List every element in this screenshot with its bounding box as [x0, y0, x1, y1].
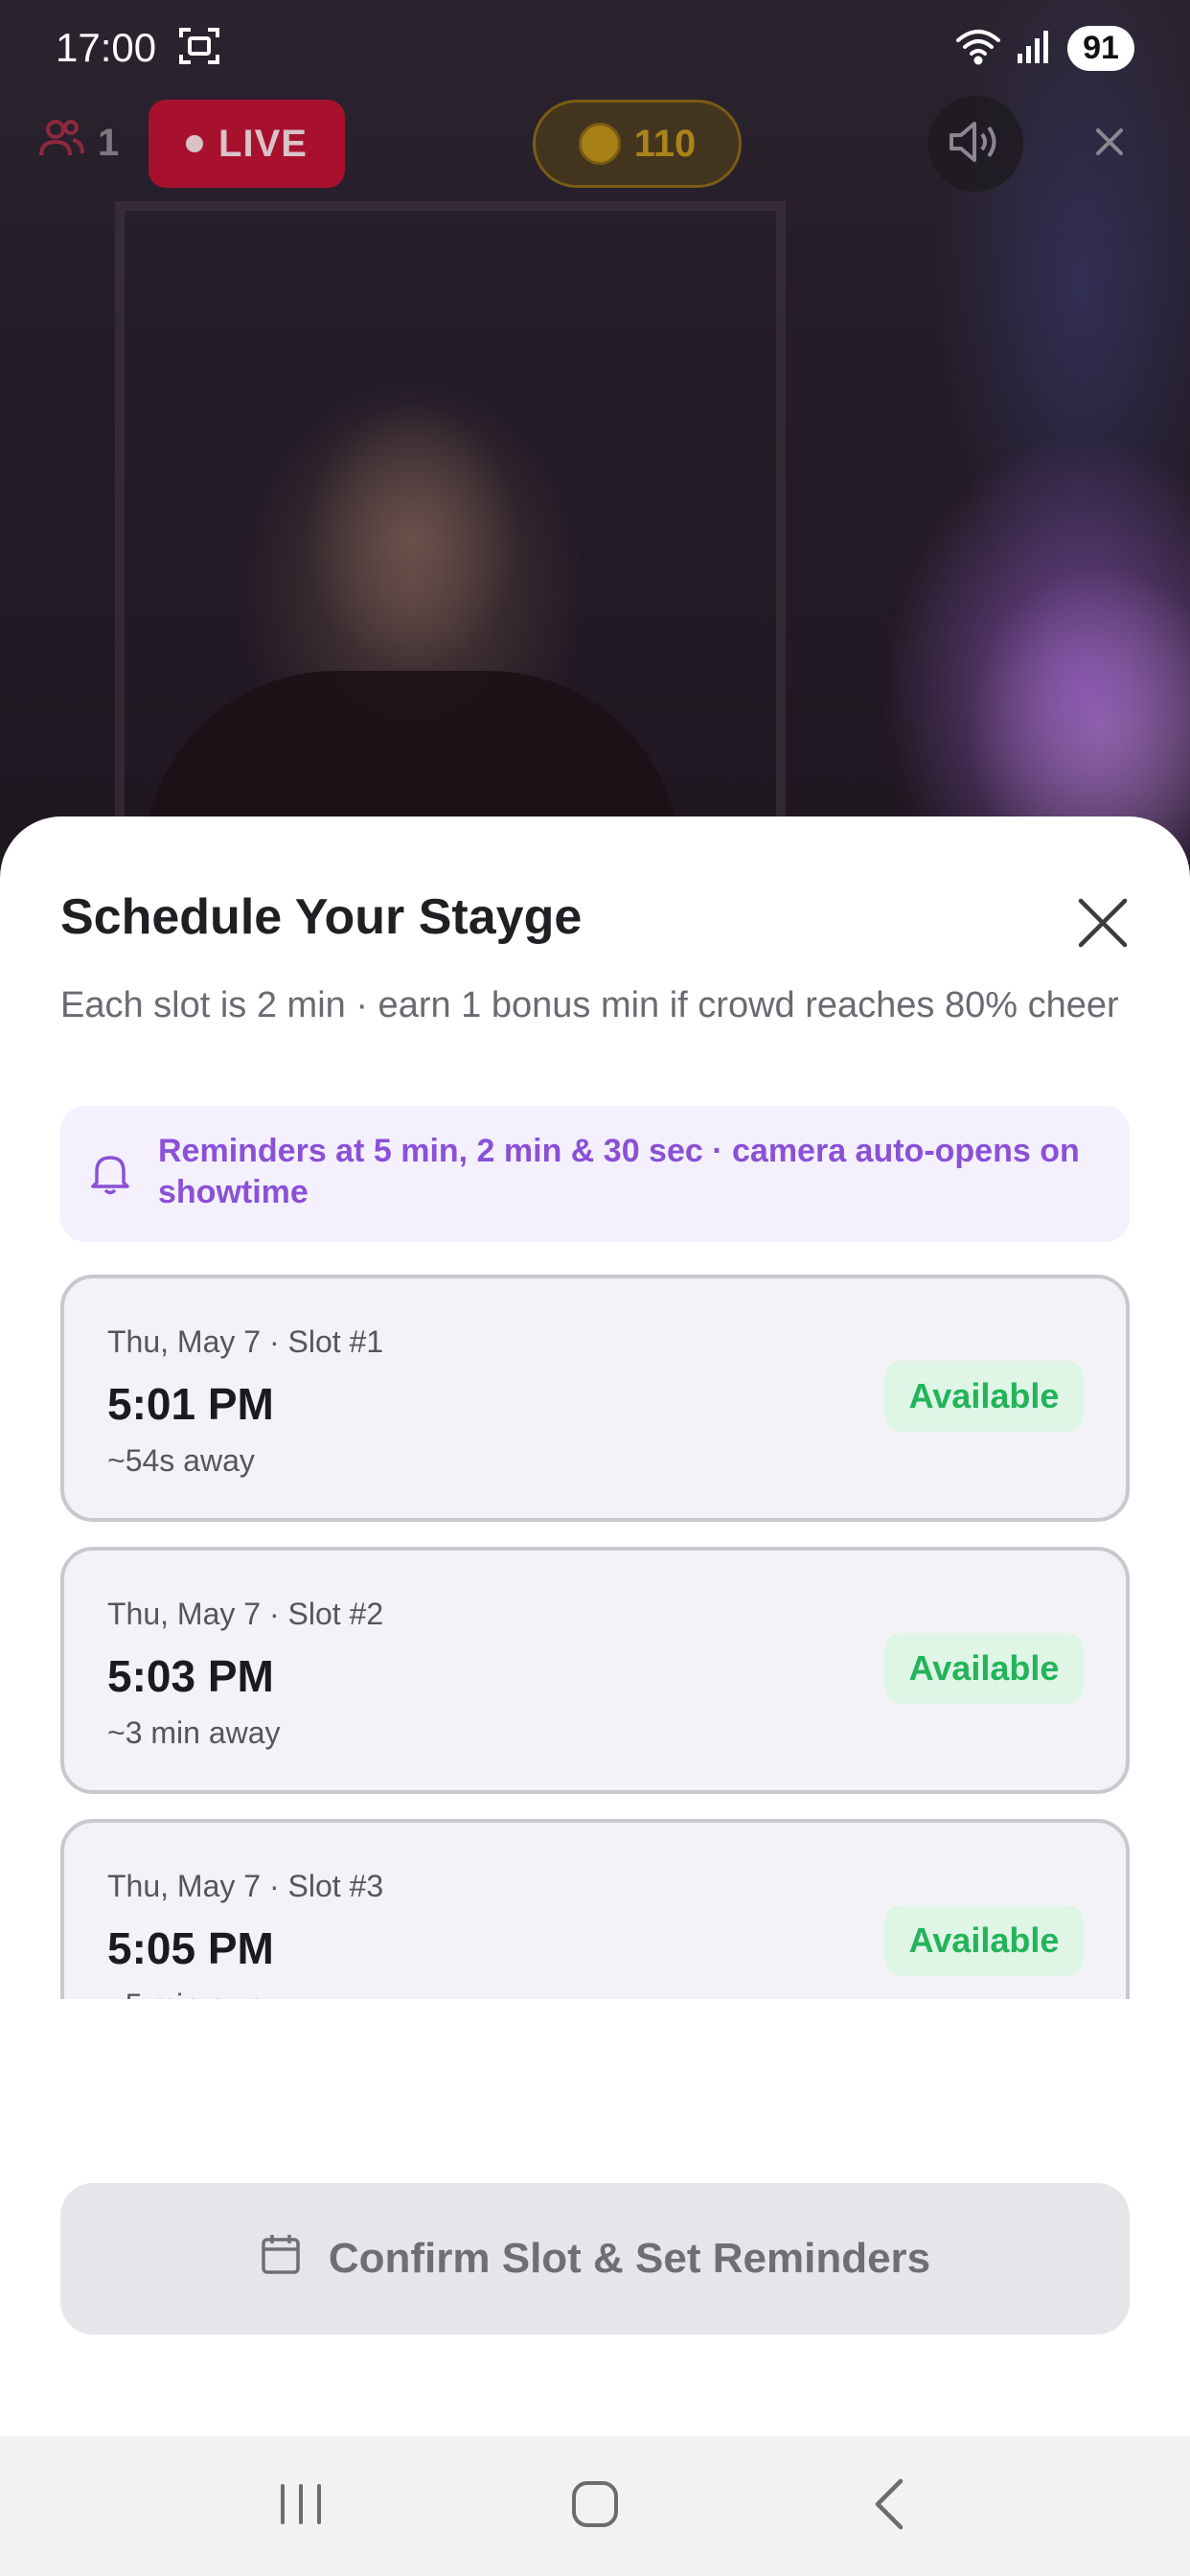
live-dot-icon: [186, 135, 204, 152]
screenshot-icon: [177, 24, 221, 73]
coin-balance[interactable]: 110: [533, 100, 742, 188]
sheet-subtitle: Each slot is 2 min · earn 1 bonus min if…: [60, 985, 1119, 1025]
screen: 17:00 91 1 LIVE 110 Schedule Your Stayge…: [0, 0, 1190, 2576]
slot-countdown: ~5 min away: [107, 1988, 281, 1999]
slot-countdown: ~54s away: [107, 1443, 255, 1478]
reminder-text: Reminders at 5 min, 2 min & 30 sec · cam…: [158, 1133, 1080, 1210]
slot-countdown: ~3 min away: [107, 1715, 281, 1750]
slot-time: 5:05 PM: [107, 1923, 274, 1973]
status-time: 17:00: [56, 25, 157, 70]
speaker-icon: [948, 118, 1003, 171]
live-badge: LIVE: [149, 100, 345, 188]
viewer-count[interactable]: 1: [38, 117, 119, 169]
slot-status-badge: Available: [884, 1633, 1084, 1704]
slot-list[interactable]: Thu, May 7 · Slot #1 5:01 PM ~54s away A…: [60, 1275, 1130, 1999]
confirm-slot-button[interactable]: Confirm Slot & Set Reminders: [60, 2183, 1130, 2334]
calendar-icon: [260, 2232, 302, 2287]
viewer-count-value: 1: [98, 121, 120, 164]
battery-indicator: 91: [1067, 25, 1134, 71]
recent-apps-button[interactable]: [243, 2458, 358, 2554]
system-nav-bar: [0, 2436, 1190, 2576]
back-button[interactable]: [832, 2458, 947, 2554]
close-icon: [1095, 127, 1124, 161]
slot-status-badge: Available: [884, 1361, 1084, 1432]
slot-meta: Thu, May 7 · Slot #1: [107, 1324, 384, 1359]
sheet-close-button[interactable]: [1073, 893, 1133, 953]
slot-card-1[interactable]: Thu, May 7 · Slot #1 5:01 PM ~54s away A…: [60, 1275, 1130, 1522]
coin-icon: [578, 123, 621, 165]
slot-meta: Thu, May 7 · Slot #2: [107, 1597, 384, 1631]
home-button[interactable]: [538, 2458, 652, 2554]
back-icon: [872, 2477, 906, 2536]
close-stream-button[interactable]: [1062, 96, 1157, 192]
recent-apps-icon: [277, 2482, 325, 2531]
slot-card-3[interactable]: Thu, May 7 · Slot #3 5:05 PM ~5 min away…: [60, 1819, 1130, 1999]
slot-time: 5:03 PM: [107, 1651, 274, 1701]
close-icon: [1073, 898, 1133, 956]
reminder-banner: Reminders at 5 min, 2 min & 30 sec · cam…: [60, 1106, 1130, 1242]
sound-button[interactable]: [927, 96, 1023, 192]
home-icon: [570, 2479, 620, 2534]
schedule-sheet: Schedule Your Stayge Each slot is 2 min …: [0, 816, 1190, 2436]
slot-status-badge: Available: [884, 1905, 1084, 1976]
status-bar: 17:00 91: [0, 0, 1190, 96]
coin-value: 110: [633, 122, 697, 165]
live-top-bar: 1 LIVE 110: [0, 96, 1190, 192]
slot-meta: Thu, May 7 · Slot #3: [107, 1869, 384, 1903]
slot-card-2[interactable]: Thu, May 7 · Slot #2 5:03 PM ~3 min away…: [60, 1547, 1130, 1794]
sheet-title: Schedule Your Stayge: [60, 889, 583, 945]
viewers-icon: [38, 117, 84, 169]
confirm-label: Confirm Slot & Set Reminders: [328, 2235, 931, 2282]
bell-icon: [89, 1150, 131, 1196]
signal-icon: [1016, 27, 1054, 70]
wifi-icon: [954, 27, 1002, 70]
live-label: LIVE: [218, 122, 308, 165]
slot-time: 5:01 PM: [107, 1379, 274, 1429]
